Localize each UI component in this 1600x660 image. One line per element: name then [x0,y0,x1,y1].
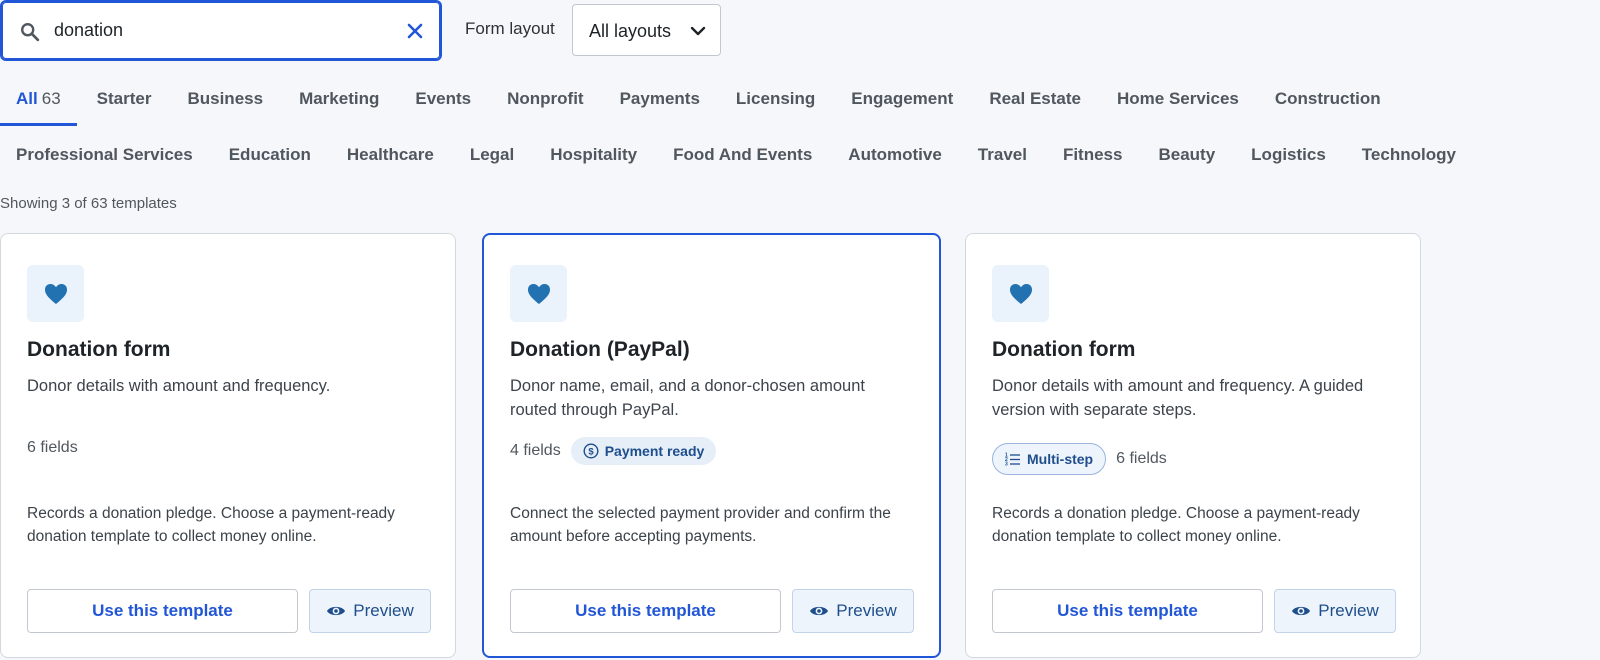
tab-marketing[interactable]: Marketing [283,86,395,126]
tab-construction[interactable]: Construction [1259,86,1397,126]
tab-legal[interactable]: Legal [454,142,530,182]
card-meta: 4 fields $ Payment ready [510,437,717,465]
preview-button[interactable]: Preview [1274,589,1396,633]
tab-business[interactable]: Business [171,86,279,126]
eye-icon [327,606,346,616]
tab-all[interactable]: All 63 [0,86,77,126]
tab-fitness[interactable]: Fitness [1047,142,1139,182]
preview-label: Preview [353,601,414,620]
template-card-selected[interactable]: Donation (PayPal) Donor name, email, and… [482,233,941,658]
multi-step-badge: 1 2 3 Multi-step [992,443,1107,475]
badge-label: Multi-step [1027,451,1094,467]
heart-icon-tile [992,265,1049,322]
preview-button[interactable]: Preview [792,589,914,633]
category-tabs-row-2: Professional Services Education Healthca… [0,142,1476,182]
payment-ready-badge: $ Payment ready [570,437,717,465]
tab-real-estate[interactable]: Real Estate [973,86,1097,126]
tab-events[interactable]: Events [399,86,487,126]
heart-icon-tile [510,265,567,322]
form-layout-select[interactable]: All layouts [572,4,721,56]
card-note: Records a donation pledge. Choose a paym… [992,505,1360,545]
svg-text:3: 3 [1005,462,1008,468]
search-icon [21,23,40,42]
tab-technology[interactable]: Technology [1346,142,1472,182]
tab-nonprofit[interactable]: Nonprofit [491,86,599,126]
heart-icon [528,284,550,304]
tab-travel[interactable]: Travel [962,142,1043,182]
preview-label: Preview [836,601,897,620]
preview-label: Preview [1318,601,1379,620]
card-title: Donation (PayPal) [510,338,690,361]
tab-licensing[interactable]: Licensing [720,86,831,126]
tab-starter[interactable]: Starter [81,86,168,126]
tab-count: 63 [41,89,61,108]
category-tabs-row-1: All 63 Starter Business Marketing Events … [0,86,1401,126]
list-icon: 1 2 3 [1005,453,1020,468]
preview-button[interactable]: Preview [309,589,431,633]
card-title: Donation form [992,338,1136,361]
tab-healthcare[interactable]: Healthcare [331,142,450,182]
tab-automotive[interactable]: Automotive [832,142,958,182]
tab-logistics[interactable]: Logistics [1235,142,1342,182]
tab-professional-services[interactable]: Professional Services [0,142,209,182]
heart-icon [45,284,67,304]
tab-hospitality[interactable]: Hospitality [534,142,653,182]
tab-education[interactable]: Education [213,142,327,182]
dollar-icon: $ [583,443,599,459]
heart-icon-tile [27,265,84,322]
form-layout-value: All layouts [589,21,672,41]
svg-text:$: $ [588,446,594,457]
use-template-button[interactable]: Use this template [27,589,298,633]
eye-icon [1292,606,1311,616]
chevron-down-icon [690,26,706,36]
card-description: Donor details with amount and frequency.… [992,377,1364,419]
field-count: 6 fields [1116,450,1167,467]
card-meta: 1 2 3 Multi-step 6 fields [992,443,1167,475]
card-note: Records a donation pledge. Choose a paym… [27,505,395,545]
search-input[interactable]: donation [0,0,442,61]
template-card[interactable]: Donation form Donor details with amount … [965,233,1421,658]
card-title: Donation form [27,338,171,361]
tab-label: All [16,89,38,108]
form-layout-label: Form layout [465,19,555,38]
tab-food-and-events[interactable]: Food And Events [657,142,828,182]
card-description: Donor name, email, and a donor-chosen am… [510,377,865,419]
results-count: Showing 3 of 63 templates [0,195,177,212]
card-description: Donor details with amount and frequency. [27,377,331,395]
card-note: Connect the selected payment provider an… [510,505,891,545]
use-template-button[interactable]: Use this template [992,589,1263,633]
tab-home-services[interactable]: Home Services [1101,86,1255,126]
tab-engagement[interactable]: Engagement [835,86,969,126]
badge-label: Payment ready [604,443,705,459]
tab-payments[interactable]: Payments [604,86,716,126]
field-count: 6 fields [27,439,78,456]
field-count: 4 fields [510,442,561,459]
close-icon[interactable] [406,22,424,40]
heart-icon [1010,284,1032,304]
eye-icon [810,606,829,616]
tab-beauty[interactable]: Beauty [1142,142,1231,182]
template-card[interactable]: Donation form Donor details with amount … [0,233,456,658]
search-value[interactable]: donation [54,20,123,41]
card-meta: 6 fields [27,439,78,457]
use-template-button[interactable]: Use this template [510,589,781,633]
